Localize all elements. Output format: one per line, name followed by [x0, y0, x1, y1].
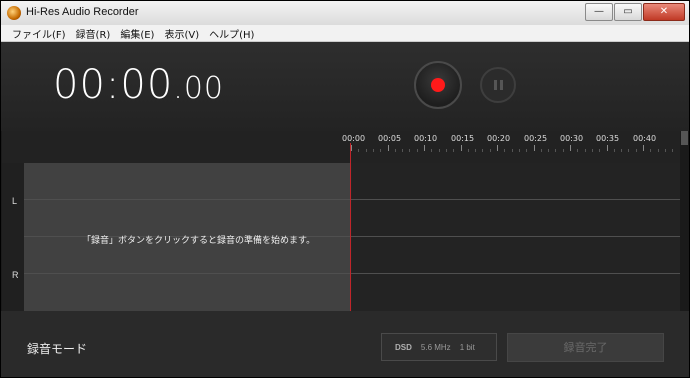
minor-tick: [657, 149, 659, 152]
minor-tick: [365, 149, 367, 152]
time-main: 00:00: [53, 62, 174, 108]
minor-tick: [380, 149, 382, 152]
channel-label-column: L R: [2, 163, 24, 311]
minor-tick: [416, 149, 418, 152]
menu-view[interactable]: 表示(V): [159, 26, 204, 41]
channel-left-label: L: [12, 196, 18, 206]
sample-rate: 5.6 MHz: [420, 342, 451, 352]
scrollbar-thumb[interactable]: [681, 131, 688, 145]
minor-tick: [672, 149, 674, 152]
minor-tick: [562, 149, 564, 152]
playhead-cursor[interactable]: [350, 143, 351, 311]
minor-tick: [584, 149, 586, 152]
tick-label: 00:35: [596, 134, 620, 143]
minor-tick: [548, 149, 550, 152]
recording-mode-label: 録音モード: [27, 342, 88, 356]
minor-tick: [628, 149, 630, 152]
transport-panel: 00:00.00: [1, 42, 689, 131]
minimize-button[interactable]: —: [585, 3, 613, 21]
bottom-panel: 録音モード DSD 5.6 MHz 1 bit 録音完了: [1, 311, 689, 377]
minor-tick: [664, 149, 666, 152]
major-tick: [460, 145, 462, 151]
format-selector[interactable]: DSD 5.6 MHz 1 bit: [381, 333, 497, 361]
tick-label: 00:05: [378, 134, 402, 143]
minor-tick: [613, 149, 615, 152]
finish-recording-button[interactable]: 録音完了: [507, 333, 664, 362]
time-counter: 00:00.00: [53, 62, 224, 108]
record-hint-text: 「録音」ボタンをクリックすると録音の準備を始めます。: [82, 236, 316, 246]
channel-right-line: [24, 273, 680, 274]
minor-tick: [438, 149, 440, 152]
waveform-track[interactable]: L R 「録音」ボタンをクリックすると録音の準備を始めます。: [2, 163, 680, 311]
window-title: Hi-Res Audio Recorder: [26, 6, 139, 18]
major-tick: [497, 145, 498, 151]
maximize-button[interactable]: ▭: [614, 3, 642, 21]
channel-right-label: R: [12, 270, 19, 280]
major-tick: [643, 145, 644, 151]
minor-tick: [372, 149, 374, 152]
minor-tick: [635, 149, 637, 152]
record-button[interactable]: [414, 61, 462, 109]
major-tick: [351, 145, 352, 151]
close-button[interactable]: ✕: [643, 3, 685, 21]
major-tick: [387, 145, 389, 151]
minor-tick: [475, 149, 477, 152]
tick-label: 00:25: [524, 134, 548, 143]
minor-tick: [394, 149, 396, 152]
menu-edit[interactable]: 編集(E): [115, 26, 159, 41]
minor-tick: [555, 149, 557, 152]
tick-label: 00:20: [487, 134, 511, 143]
tick-label: 00:15: [451, 134, 475, 143]
minor-tick: [518, 149, 520, 152]
menu-record[interactable]: 録音(R): [71, 26, 116, 41]
app-window: Hi-Res Audio Recorder — ▭ ✕ ファイル(F) 録音(R…: [0, 0, 690, 378]
minor-tick: [526, 149, 528, 152]
tick-label: 00:10: [414, 134, 438, 143]
bit-depth: 1 bit: [459, 342, 475, 352]
minor-tick: [511, 149, 513, 152]
menu-help[interactable]: ヘルプ(H): [204, 26, 259, 41]
pause-button[interactable]: [480, 67, 516, 103]
major-tick: [570, 145, 571, 151]
minor-tick: [482, 149, 484, 152]
timeline-ruler[interactable]: 00:00 00:05 00:10 00:15 00:20 00:25 00:3…: [2, 131, 680, 163]
window-controls: — ▭ ✕: [585, 3, 685, 21]
empty-region: [352, 163, 680, 311]
minor-tick: [599, 149, 601, 152]
minor-tick: [577, 149, 579, 152]
minor-tick: [409, 149, 411, 152]
minor-tick: [431, 149, 433, 152]
minor-tick: [650, 149, 652, 152]
app-logo-icon: [7, 6, 21, 20]
minor-tick: [591, 149, 593, 152]
tick-label: 00:00: [342, 134, 366, 143]
channel-left-line: [24, 199, 680, 200]
minor-tick: [402, 149, 404, 152]
title-bar: Hi-Res Audio Recorder — ▭ ✕: [1, 1, 689, 26]
minor-tick: [358, 149, 360, 152]
format-type: DSD: [395, 342, 412, 352]
minor-tick: [489, 149, 491, 152]
minor-tick: [540, 149, 542, 152]
tick-label: 00:40: [633, 134, 657, 143]
minor-tick: [467, 149, 469, 152]
tick-label: 00:30: [560, 134, 584, 143]
time-fraction: .00: [173, 71, 224, 106]
menu-bar: ファイル(F) 録音(R) 編集(E) 表示(V) ヘルプ(H): [1, 25, 689, 42]
major-tick: [533, 145, 535, 151]
minor-tick: [504, 149, 506, 152]
menu-file[interactable]: ファイル(F): [1, 26, 71, 41]
minor-tick: [621, 149, 623, 152]
minor-tick: [453, 149, 455, 152]
minor-tick: [445, 149, 447, 152]
vertical-scrollbar[interactable]: [680, 131, 689, 311]
major-tick: [424, 145, 425, 151]
major-tick: [606, 145, 608, 151]
record-icon: [431, 78, 445, 92]
